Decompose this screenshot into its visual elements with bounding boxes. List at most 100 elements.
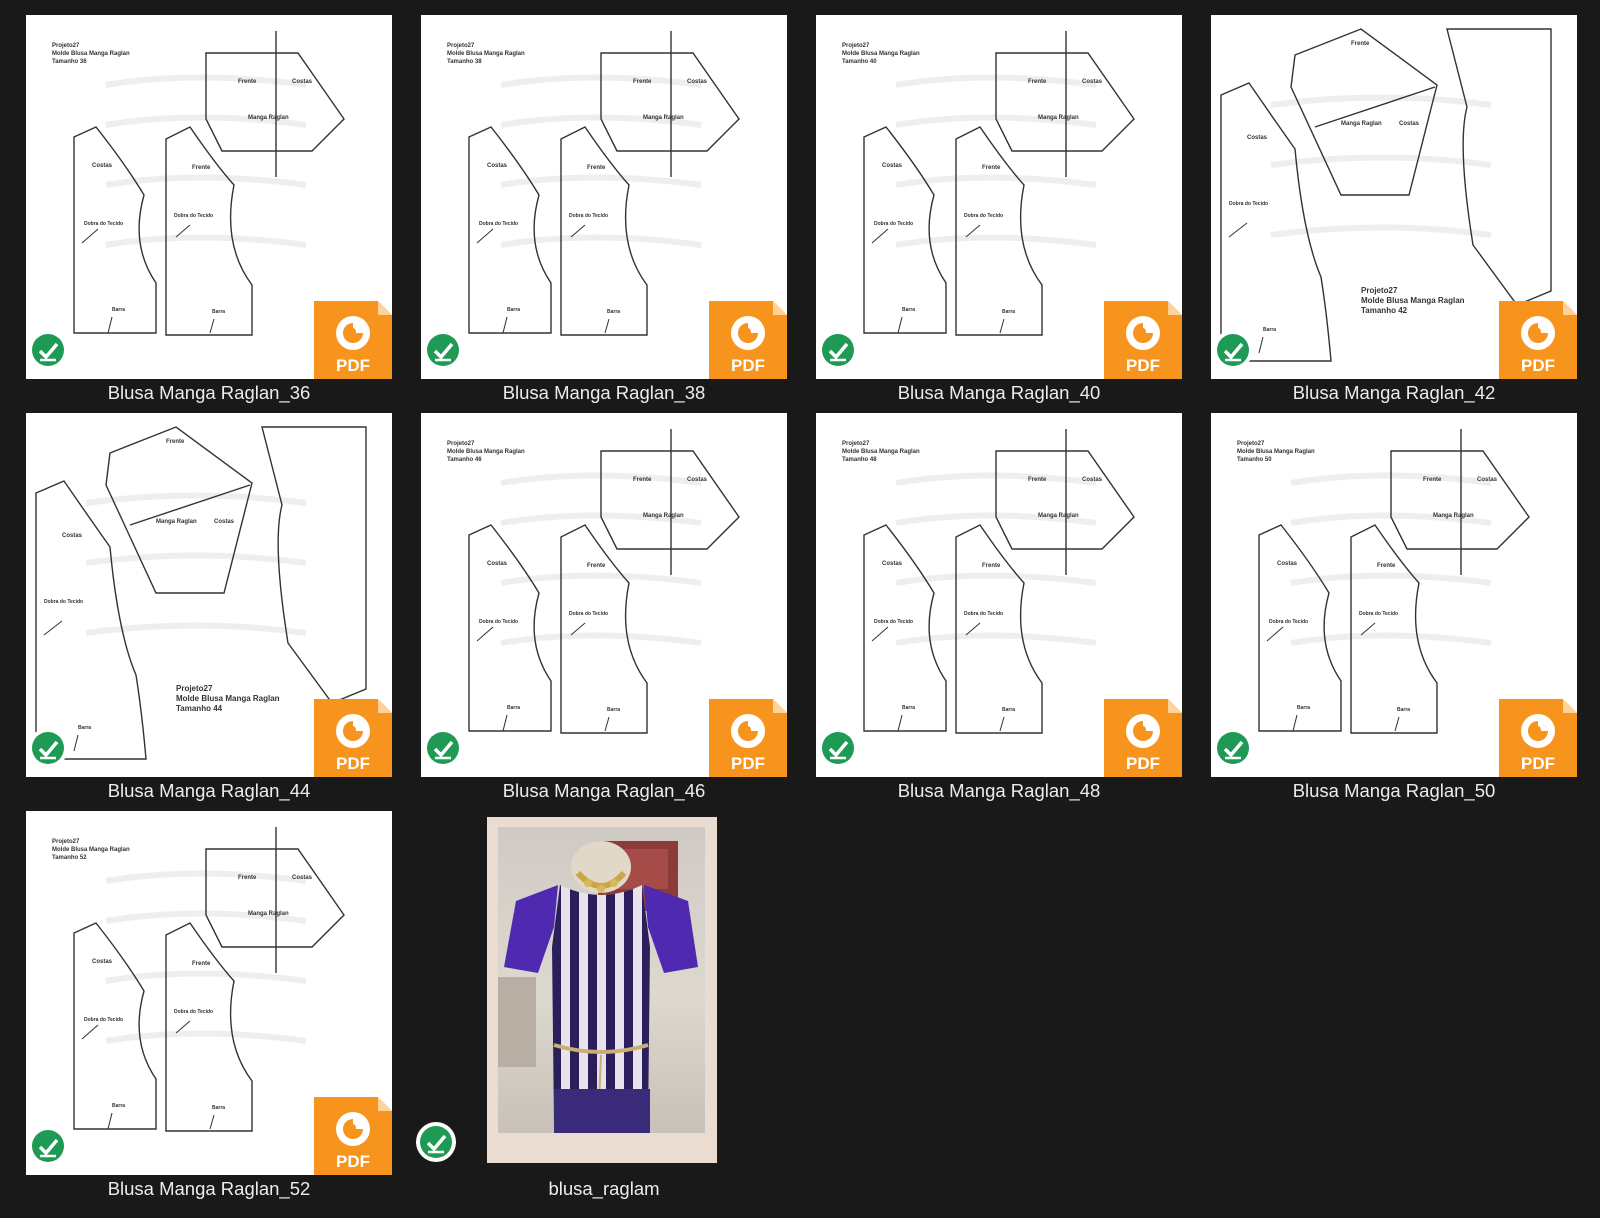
pdf-thumbnail[interactable]: Projeto27 Molde Blusa Manga Raglan Tamanho… xyxy=(1211,413,1577,777)
file-name[interactable]: Blusa Manga Raglan_42 xyxy=(1211,381,1577,405)
svg-text:Costas: Costas xyxy=(92,163,113,169)
svg-text:Tamanho 48: Tamanho 48 xyxy=(842,457,877,463)
svg-text:Frente: Frente xyxy=(1028,79,1047,85)
pdf-thumbnail[interactable]: Projeto27 Molde Blusa Manga Raglan Tamanho… xyxy=(421,413,787,777)
svg-text:Tamanho 44: Tamanho 44 xyxy=(176,704,223,713)
svg-text:Tamanho 52: Tamanho 52 xyxy=(52,855,87,861)
svg-text:Barra: Barra xyxy=(78,725,91,731)
svg-text:Barra: Barra xyxy=(1002,707,1015,713)
pdf-badge-label: PDF xyxy=(1521,754,1555,773)
file-name[interactable]: Blusa Manga Raglan_52 xyxy=(26,1177,392,1201)
svg-text:Dobra do Tecido: Dobra do Tecido xyxy=(44,599,83,605)
svg-text:Manga Raglan: Manga Raglan xyxy=(248,115,289,121)
blouse-photo xyxy=(498,827,705,1133)
pdf-thumbnail[interactable]: Projeto27 Molde Blusa Manga Raglan Tamanho… xyxy=(816,15,1182,379)
svg-text:Dobra do Tecido: Dobra do Tecido xyxy=(569,213,608,219)
svg-text:Manga Raglan: Manga Raglan xyxy=(643,115,684,121)
svg-text:Barra: Barra xyxy=(1002,309,1015,315)
svg-text:Barra: Barra xyxy=(212,309,225,315)
svg-text:Manga Raglan: Manga Raglan xyxy=(1038,513,1079,519)
image-thumbnail[interactable] xyxy=(416,811,787,1175)
svg-text:Costas: Costas xyxy=(1399,121,1420,127)
svg-text:Projeto27: Projeto27 xyxy=(52,839,80,845)
svg-text:Projeto27: Projeto27 xyxy=(447,43,475,49)
file-tile-pdf[interactable]: Projeto27 Molde Blusa Manga Raglan Tamanho… xyxy=(421,15,787,407)
svg-text:Molde Blusa Manga Raglan: Molde Blusa Manga Raglan xyxy=(842,449,920,455)
svg-text:Manga Raglan: Manga Raglan xyxy=(1341,121,1382,127)
svg-text:Manga Raglan: Manga Raglan xyxy=(156,519,197,525)
svg-text:Costas: Costas xyxy=(214,519,235,525)
svg-text:Dobra do Tecido: Dobra do Tecido xyxy=(479,221,518,227)
check-circle-icon xyxy=(28,728,68,768)
file-tile-pdf[interactable]: Projeto27 Molde Blusa Manga Raglan Tamanho… xyxy=(816,15,1182,407)
file-tile-image[interactable]: blusa_raglam xyxy=(416,811,787,1203)
svg-text:Projeto27: Projeto27 xyxy=(842,43,870,49)
svg-text:Frente: Frente xyxy=(192,165,211,171)
svg-text:Barra: Barra xyxy=(607,309,620,315)
svg-text:Costas: Costas xyxy=(1082,477,1103,483)
svg-text:Molde Blusa Manga Raglan: Molde Blusa Manga Raglan xyxy=(447,51,525,57)
file-tile-pdf[interactable]: Projeto27 Molde Blusa Manga Raglan Tamanho… xyxy=(26,15,392,407)
svg-text:Costas: Costas xyxy=(92,959,113,965)
pdf-badge-label: PDF xyxy=(1521,356,1555,375)
pdf-badge-icon: PDF xyxy=(1499,301,1577,379)
svg-text:Barra: Barra xyxy=(507,307,520,313)
pdf-badge-label: PDF xyxy=(731,754,765,773)
svg-text:Tamanho 46: Tamanho 46 xyxy=(447,457,482,463)
svg-text:Dobra do Tecido: Dobra do Tecido xyxy=(1269,619,1308,625)
file-name[interactable]: Blusa Manga Raglan_38 xyxy=(421,381,787,405)
pdf-thumbnail[interactable]: Projeto27 Molde Blusa Manga Raglan Tamanho… xyxy=(26,811,392,1175)
svg-text:Frente: Frente xyxy=(587,165,606,171)
svg-text:Barra: Barra xyxy=(1397,707,1410,713)
svg-text:Dobra do Tecido: Dobra do Tecido xyxy=(964,611,1003,617)
svg-text:Projeto27: Projeto27 xyxy=(52,43,80,49)
pdf-badge-label: PDF xyxy=(336,356,370,375)
svg-text:Manga Raglan: Manga Raglan xyxy=(248,911,289,917)
svg-text:Frente: Frente xyxy=(192,961,211,967)
file-name[interactable]: Blusa Manga Raglan_50 xyxy=(1211,779,1577,803)
svg-text:Barra: Barra xyxy=(112,307,125,313)
svg-text:Projeto27: Projeto27 xyxy=(176,684,213,693)
check-circle-icon xyxy=(423,330,463,370)
file-name[interactable]: blusa_raglam xyxy=(421,1177,787,1201)
svg-text:Tamanho 50: Tamanho 50 xyxy=(1237,457,1272,463)
pdf-thumbnail[interactable]: Frente Manga Raglan Costas Costas Dobra do … xyxy=(1211,15,1577,379)
file-tile-pdf[interactable]: Projeto27 Molde Blusa Manga Raglan Tamanho… xyxy=(26,811,392,1203)
pdf-badge-label: PDF xyxy=(1126,754,1160,773)
svg-text:Tamanho 42: Tamanho 42 xyxy=(1361,306,1408,315)
svg-text:Dobra do Tecido: Dobra do Tecido xyxy=(1359,611,1398,617)
pdf-thumbnail[interactable]: Projeto27 Molde Blusa Manga Raglan Tamanho… xyxy=(421,15,787,379)
svg-text:Frente: Frente xyxy=(1351,41,1370,47)
svg-text:Dobra do Tecido: Dobra do Tecido xyxy=(874,221,913,227)
svg-text:Barra: Barra xyxy=(112,1103,125,1109)
file-name[interactable]: Blusa Manga Raglan_36 xyxy=(26,381,392,405)
svg-text:Frente: Frente xyxy=(1377,563,1396,569)
pdf-thumbnail[interactable]: Projeto27 Molde Blusa Manga Raglan Tamanho… xyxy=(816,413,1182,777)
svg-text:Molde Blusa Manga Raglan: Molde Blusa Manga Raglan xyxy=(52,51,130,57)
file-tile-pdf[interactable]: Frente Manga Raglan Costas Costas Dobra do … xyxy=(26,413,392,805)
svg-text:Costas: Costas xyxy=(487,163,508,169)
pdf-badge-icon: PDF xyxy=(1104,699,1182,777)
file-name[interactable]: Blusa Manga Raglan_44 xyxy=(26,779,392,803)
svg-text:Frente: Frente xyxy=(982,165,1001,171)
svg-text:Costas: Costas xyxy=(1082,79,1103,85)
svg-text:Costas: Costas xyxy=(882,163,903,169)
svg-text:Manga Raglan: Manga Raglan xyxy=(1433,513,1474,519)
file-tile-pdf[interactable]: Projeto27 Molde Blusa Manga Raglan Tamanho… xyxy=(816,413,1182,805)
check-circle-icon xyxy=(1213,728,1253,768)
svg-text:Projeto27: Projeto27 xyxy=(447,441,475,447)
svg-text:Frente: Frente xyxy=(587,563,606,569)
svg-text:Molde Blusa Manga Raglan: Molde Blusa Manga Raglan xyxy=(447,449,525,455)
file-tile-pdf[interactable]: Projeto27 Molde Blusa Manga Raglan Tamanho… xyxy=(421,413,787,805)
file-name[interactable]: Blusa Manga Raglan_40 xyxy=(816,381,1182,405)
file-tile-pdf[interactable]: Projeto27 Molde Blusa Manga Raglan Tamanho… xyxy=(1211,413,1577,805)
pdf-badge-icon: PDF xyxy=(709,699,787,777)
file-name[interactable]: Blusa Manga Raglan_48 xyxy=(816,779,1182,803)
pdf-thumbnail[interactable]: Frente Manga Raglan Costas Costas Dobra do … xyxy=(26,413,392,777)
pdf-thumbnail[interactable]: Projeto27 Molde Blusa Manga Raglan Tamanho… xyxy=(26,15,392,379)
file-name[interactable]: Blusa Manga Raglan_46 xyxy=(421,779,787,803)
svg-text:Frente: Frente xyxy=(633,477,652,483)
file-tile-pdf[interactable]: Frente Manga Raglan Costas Costas Dobra do … xyxy=(1211,15,1577,407)
svg-text:Frente: Frente xyxy=(982,563,1001,569)
pdf-badge-label: PDF xyxy=(336,1152,370,1171)
